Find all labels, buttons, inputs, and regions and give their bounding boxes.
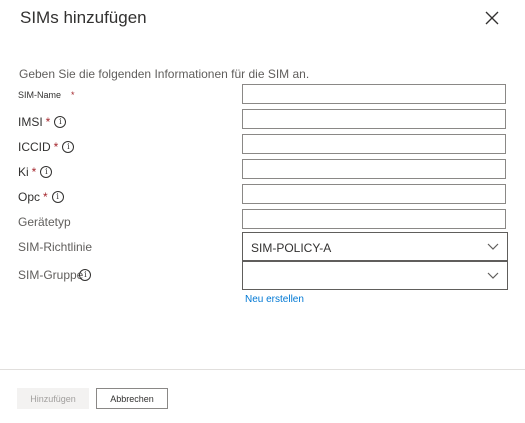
sim-group-label: SIM-Gruppe i [18, 268, 92, 282]
sim-name-input[interactable] [242, 84, 506, 104]
device-type-input[interactable] [242, 209, 506, 229]
dialog-intro: Geben Sie die folgenden Informationen fü… [19, 67, 310, 81]
footer-divider [0, 369, 525, 370]
info-icon[interactable]: i [79, 269, 92, 281]
ki-input[interactable] [242, 159, 506, 179]
required-marker: * [45, 115, 51, 129]
opc-input[interactable] [242, 184, 506, 204]
sim-policy-dropdown[interactable]: SIM-POLICY-A [242, 232, 508, 261]
add-button[interactable]: Hinzufügen [17, 388, 89, 409]
required-marker: * [71, 90, 75, 100]
sim-group-dropdown[interactable] [242, 261, 508, 290]
imsi-label: IMSI * i [18, 115, 67, 129]
info-icon[interactable]: i [54, 116, 67, 128]
dialog-title: SIMs hinzufügen [20, 8, 147, 27]
ki-label: Ki * i [18, 165, 53, 179]
device-type-label: Gerätetyp [18, 215, 71, 229]
required-marker: * [53, 140, 59, 154]
chevron-down-icon [487, 272, 499, 279]
sim-policy-value: SIM-POLICY-A [251, 241, 332, 255]
create-new-link[interactable]: Neu erstellen [245, 294, 304, 305]
close-icon[interactable] [484, 10, 500, 26]
sim-policy-label: SIM-Richtlinie [18, 240, 93, 254]
cancel-button[interactable]: Abbrechen [96, 388, 168, 409]
iccid-label: ICCID * i [18, 140, 75, 154]
chevron-down-icon [487, 243, 499, 250]
info-icon[interactable]: i [51, 191, 64, 203]
opc-label: Opc * i [18, 190, 64, 204]
imsi-input[interactable] [242, 109, 506, 129]
info-icon[interactable]: i [62, 141, 75, 153]
info-icon[interactable]: i [40, 166, 53, 178]
iccid-input[interactable] [242, 134, 506, 154]
sim-name-label: SIM-Name * [18, 90, 75, 100]
required-marker: * [31, 165, 37, 179]
required-marker: * [43, 190, 48, 204]
